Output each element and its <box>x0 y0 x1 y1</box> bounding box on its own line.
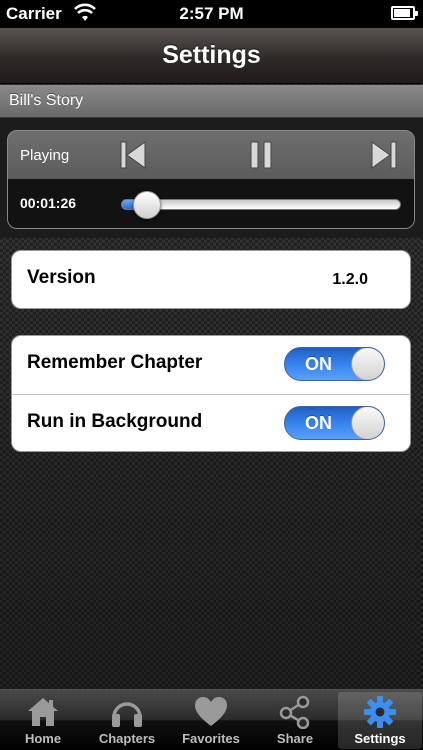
audio-player: Playing 00:01:26 <box>7 130 415 229</box>
headphones-icon <box>112 702 142 727</box>
tab-chapters[interactable]: Chapters <box>85 692 169 749</box>
tab-bar: Home Chapters Favorites Share Settings <box>0 689 423 750</box>
battery-icon <box>391 6 418 20</box>
tab-home[interactable]: Home <box>1 692 85 749</box>
tab-settings[interactable]: Settings <box>338 692 422 749</box>
player-controls: Playing <box>8 131 414 179</box>
switch-state-label: ON <box>305 354 332 374</box>
run-in-background-label: Run in Background <box>27 411 203 432</box>
toggle-settings-group: Remember Chapter ON Run in Background ON <box>11 335 411 452</box>
switch-state-label: ON <box>305 413 332 433</box>
progress-slider[interactable] <box>121 191 401 219</box>
tab-label: Settings <box>354 731 406 746</box>
version-row: Version 1.2.0 <box>12 251 410 308</box>
remember-chapter-switch[interactable]: ON <box>284 347 385 381</box>
playback-status: Playing <box>20 147 70 164</box>
nav-bar: Settings <box>0 28 423 84</box>
remember-chapter-row: Remember Chapter ON <box>12 336 410 394</box>
tab-favorites[interactable]: Favorites <box>169 692 253 749</box>
tab-label: Chapters <box>98 731 156 746</box>
share-icon <box>279 695 310 729</box>
switch-knob <box>351 348 384 380</box>
tab-label: Home <box>24 731 62 746</box>
switch-knob <box>351 407 384 439</box>
player-area: Playing 00:01:26 <box>0 118 423 238</box>
elapsed-time: 00:01:26 <box>20 195 77 211</box>
tab-label: Share <box>276 731 314 746</box>
previous-track-button[interactable] <box>118 139 148 171</box>
heart-icon <box>195 697 227 726</box>
run-in-background-switch[interactable]: ON <box>284 406 385 440</box>
version-group: Version 1.2.0 <box>11 250 411 309</box>
home-icon <box>28 698 58 726</box>
player-progress: 00:01:26 <box>8 179 414 228</box>
gear-icon <box>364 696 396 728</box>
page-title: Settings <box>162 41 261 69</box>
run-in-background-row: Run in Background ON <box>12 394 410 451</box>
pause-button[interactable] <box>246 139 276 171</box>
status-time: 2:57 PM <box>179 4 244 23</box>
story-bar: Bill's Story <box>0 85 423 118</box>
version-label: Version <box>27 267 96 288</box>
remember-chapter-label: Remember Chapter <box>27 352 203 373</box>
progress-thumb[interactable] <box>133 191 162 219</box>
version-value: 1.2.0 <box>332 271 368 288</box>
story-title: Bill's Story <box>9 92 84 109</box>
next-track-button[interactable] <box>369 139 399 171</box>
status-bar: Carrier 2:57 PM <box>0 0 423 28</box>
tab-label: Favorites <box>182 731 240 746</box>
tab-share[interactable]: Share <box>253 692 337 749</box>
